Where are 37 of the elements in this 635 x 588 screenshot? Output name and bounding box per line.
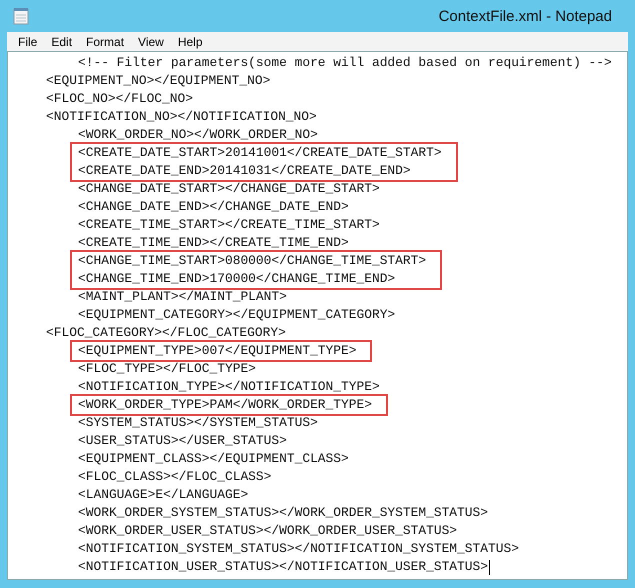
menu-item[interactable]: File bbox=[11, 34, 44, 48]
code-line: <EQUIPMENT_CLASS></EQUIPMENT_CLASS> bbox=[78, 450, 349, 468]
code-line: <FLOC_TYPE></FLOC_TYPE> bbox=[78, 360, 256, 378]
code-line: <FLOC_NO></FLOC_NO> bbox=[46, 90, 193, 108]
comment-line: <!-- Filter parameters(some more will added based on requirement) --> bbox=[78, 54, 612, 72]
code-line: <WORK_ORDER_USER_STATUS></WORK_ORDER_USER_STATUS> bbox=[78, 522, 458, 540]
code-line: <CREATE_TIME_START></CREATE_TIME_START> bbox=[78, 216, 380, 234]
window-title: ContextFile.xml - Notepad bbox=[438, 8, 613, 24]
code-line: <USER_STATUS></USER_STATUS> bbox=[78, 432, 287, 450]
menu-item[interactable]: View bbox=[131, 34, 171, 48]
code-line: <WORK_ORDER_TYPE>PAM</WORK_ORDER_TYPE> bbox=[78, 396, 372, 414]
code-line: <NOTIFICATION_SYSTEM_STATUS></NOTIFICATION_SYSTEM_STATUS> bbox=[78, 540, 519, 558]
notepad-icon bbox=[13, 7, 29, 25]
code-line: <NOTIFICATION_TYPE></NOTIFICATION_TYPE> bbox=[78, 378, 380, 396]
code-line: <CHANGE_DATE_START></CHANGE_DATE_START> bbox=[78, 180, 380, 198]
code-line: <LANGUAGE>E</LANGUAGE> bbox=[78, 486, 248, 504]
code-line: <MAINT_PLANT></MAINT_PLANT> bbox=[78, 288, 287, 306]
code-line: <NOTIFICATION_NO></NOTIFICATION_NO> bbox=[46, 108, 317, 126]
code-line: <EQUIPMENT_CATEGORY></EQUIPMENT_CATEGORY> bbox=[78, 306, 396, 324]
code-line: <WORK_ORDER_SYSTEM_STATUS></WORK_ORDER_SYSTEM_STATUS> bbox=[78, 504, 488, 522]
code-line: <FLOC_CLASS></FLOC_CLASS> bbox=[78, 468, 272, 486]
code-line: <EQUIPMENT_NO></EQUIPMENT_NO> bbox=[46, 72, 270, 90]
menu-item[interactable]: Help bbox=[170, 34, 210, 48]
code-line: <FLOC_CATEGORY></FLOC_CATEGORY> bbox=[46, 324, 286, 342]
code-line: <CREATE_DATE_END>20141031</CREATE_DATE_END> bbox=[78, 162, 411, 180]
text-editor[interactable] bbox=[7, 51, 628, 580]
code-line: <CREATE_DATE_START>20141001</CREATE_DATE_START> bbox=[78, 144, 442, 162]
code-line: <CHANGE_TIME_START>080000</CHANGE_TIME_START> bbox=[78, 252, 426, 270]
code-line: <WORK_ORDER_NO></WORK_ORDER_NO> bbox=[78, 126, 318, 144]
menu-item[interactable]: Format bbox=[79, 34, 132, 48]
code-line: <EQUIPMENT_TYPE>007</EQUIPMENT_TYPE> bbox=[78, 342, 356, 360]
code-line: <CHANGE_DATE_END></CHANGE_DATE_END> bbox=[78, 198, 349, 216]
code-line: <NOTIFICATION_USER_STATUS></NOTIFICATION_USER_STATUS> bbox=[78, 558, 488, 576]
code-line: <CREATE_TIME_END></CREATE_TIME_END> bbox=[78, 234, 349, 252]
menu-item[interactable]: Edit bbox=[44, 34, 80, 48]
code-line: <SYSTEM_STATUS></SYSTEM_STATUS> bbox=[78, 414, 318, 432]
code-line: <CHANGE_TIME_END>170000</CHANGE_TIME_END> bbox=[78, 270, 396, 288]
